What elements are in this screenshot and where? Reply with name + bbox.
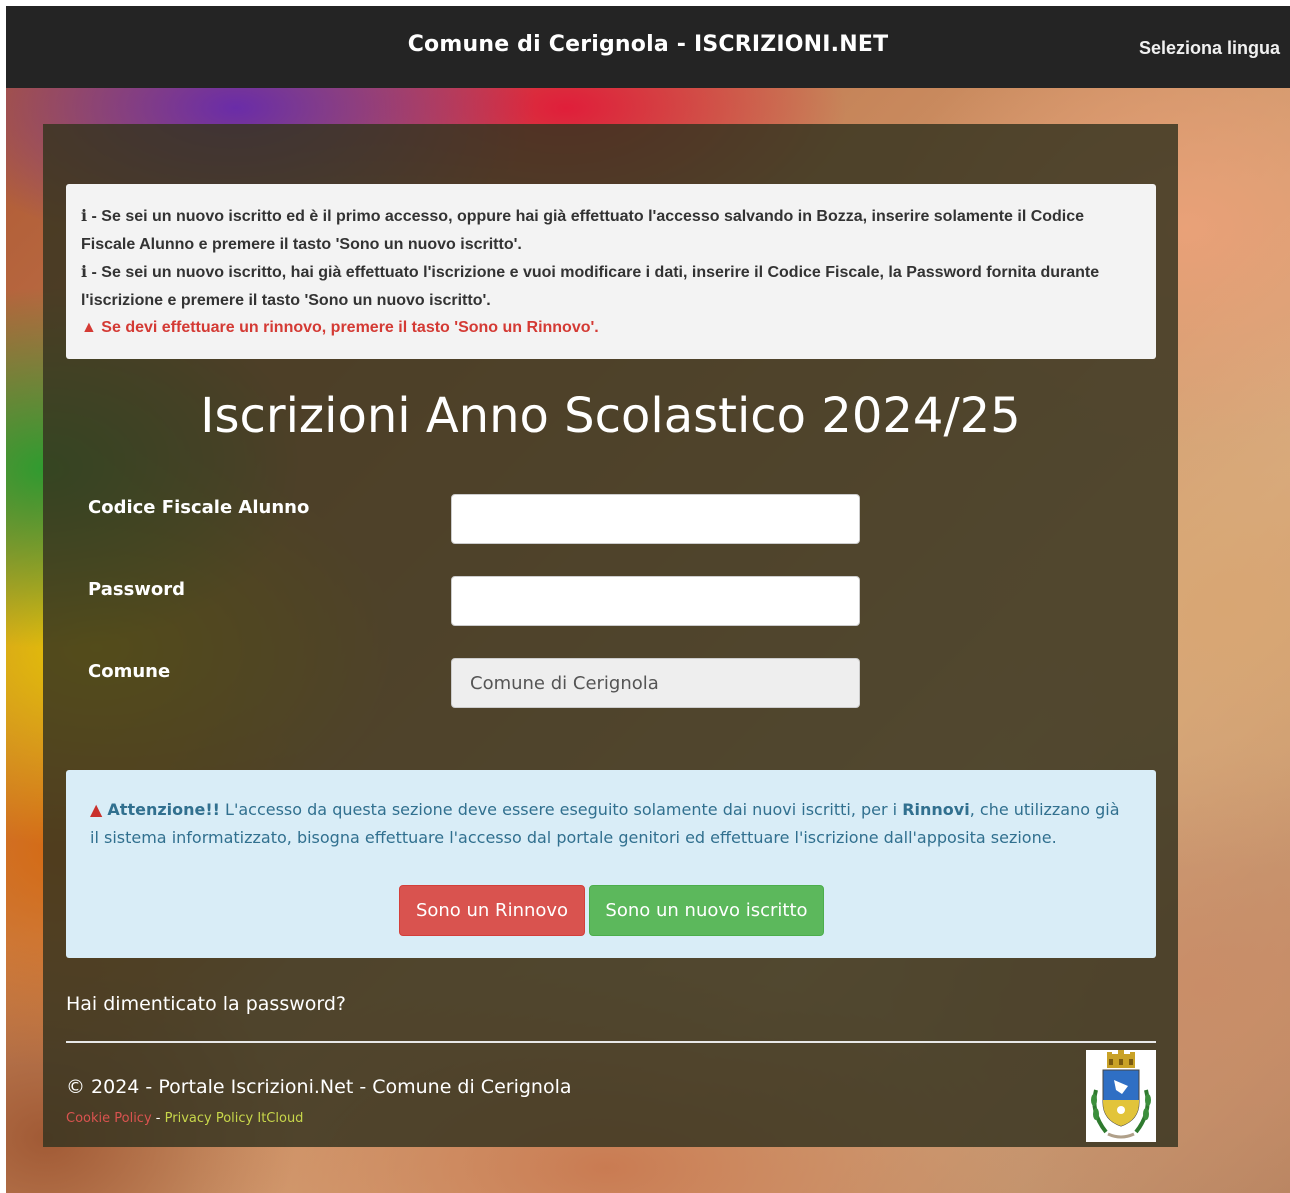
- password-input[interactable]: [451, 576, 860, 626]
- warning-triangle-icon: ▲: [90, 800, 103, 819]
- password-label: Password: [88, 579, 186, 600]
- top-navbar: Comune di Cerignola - ISCRIZIONI.NET Sel…: [6, 6, 1290, 88]
- footer-links: Cookie Policy - Privacy Policy ItCloud: [66, 1111, 303, 1126]
- page-title: Iscrizioni Anno Scolastico 2024/25: [200, 388, 1021, 444]
- instructions-box: i - Se sei un nuovo iscritto ed è il pri…: [66, 184, 1156, 359]
- footer-divider: [66, 1041, 1156, 1043]
- language-selector[interactable]: Seleziona lingua: [1139, 38, 1280, 59]
- footer-copyright: © 2024 - Portale Iscrizioni.Net - Comune…: [66, 1076, 572, 1098]
- instruction-line-2: i - Se sei un nuovo iscritto, hai già ef…: [81, 262, 1100, 309]
- renewal-button[interactable]: Sono un Rinnovo: [399, 885, 585, 936]
- codice-fiscale-input[interactable]: [451, 494, 860, 544]
- comune-input[interactable]: [451, 658, 860, 708]
- comune-label: Comune: [88, 661, 171, 682]
- warning-triangle-icon: ▲: [81, 319, 97, 336]
- city-crest-icon: [1086, 1050, 1156, 1142]
- cookie-policy-link[interactable]: Cookie Policy: [66, 1111, 152, 1126]
- site-title[interactable]: Comune di Cerignola - ISCRIZIONI.NET: [6, 32, 1290, 57]
- attention-heading: Attenzione!!: [107, 800, 220, 819]
- rinnovi-text: Rinnovi: [902, 800, 970, 819]
- codice-fiscale-label: Codice Fiscale Alunno: [88, 497, 310, 518]
- instruction-line-1: i - Se sei un nuovo iscritto ed è il pri…: [81, 206, 1085, 253]
- footer-separator: -: [155, 1111, 161, 1126]
- new-registration-button[interactable]: Sono un nuovo iscritto: [589, 885, 824, 936]
- forgot-password-link[interactable]: Hai dimenticato la password?: [66, 993, 346, 1015]
- privacy-policy-link[interactable]: Privacy Policy ItCloud: [165, 1111, 304, 1126]
- renewal-warning: ▲ Se devi effettuare un rinnovo, premere…: [81, 319, 599, 336]
